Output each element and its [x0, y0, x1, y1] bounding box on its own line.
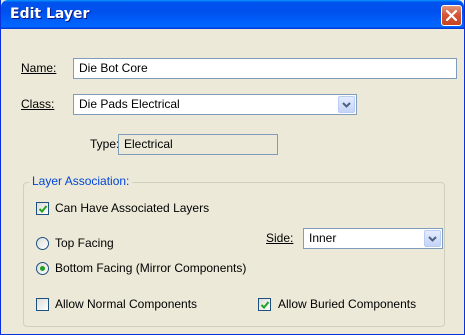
- chevron-down-icon: [342, 101, 351, 108]
- type-value: Electrical: [118, 134, 278, 155]
- can-have-associated-checkbox[interactable]: [36, 202, 49, 215]
- top-facing-radio[interactable]: [36, 237, 49, 250]
- edit-layer-dialog: Edit Layer Name: Die Bot Core Class: Die…: [0, 0, 465, 335]
- chevron-down-icon: [428, 235, 437, 242]
- name-field[interactable]: Die Bot Core: [73, 58, 457, 79]
- bottom-facing-radio[interactable]: [36, 262, 49, 275]
- window-title: Edit Layer: [10, 6, 90, 22]
- class-select-value: Die Pads Electrical: [79, 97, 180, 111]
- title-bar[interactable]: Edit Layer: [1, 0, 464, 29]
- class-select[interactable]: Die Pads Electrical: [73, 94, 357, 115]
- side-select[interactable]: Inner: [303, 228, 443, 249]
- side-select-value: Inner: [309, 231, 337, 245]
- radio-selected-dot: [40, 266, 45, 271]
- top-facing-label[interactable]: Top Facing: [55, 236, 114, 250]
- type-label: Type:: [90, 137, 120, 151]
- close-icon: [446, 10, 457, 21]
- name-label: Name:: [21, 61, 57, 75]
- can-have-associated-label[interactable]: Can Have Associated Layers: [55, 201, 209, 215]
- allow-normal-checkbox[interactable]: [36, 298, 49, 311]
- bottom-facing-label[interactable]: Bottom Facing (Mirror Components): [55, 261, 246, 275]
- layer-association-title: Layer Association:: [29, 174, 133, 188]
- side-label: Side:: [266, 231, 294, 245]
- checkmark-icon: [260, 301, 270, 309]
- side-dropdown-button[interactable]: [424, 230, 441, 247]
- allow-buried-checkbox[interactable]: [258, 298, 271, 311]
- class-label: Class:: [21, 97, 55, 111]
- allow-buried-label[interactable]: Allow Buried Components: [278, 297, 416, 311]
- class-dropdown-button[interactable]: [338, 96, 355, 113]
- allow-normal-label[interactable]: Allow Normal Components: [55, 297, 197, 311]
- checkmark-icon: [38, 205, 48, 213]
- close-button[interactable]: [441, 5, 462, 26]
